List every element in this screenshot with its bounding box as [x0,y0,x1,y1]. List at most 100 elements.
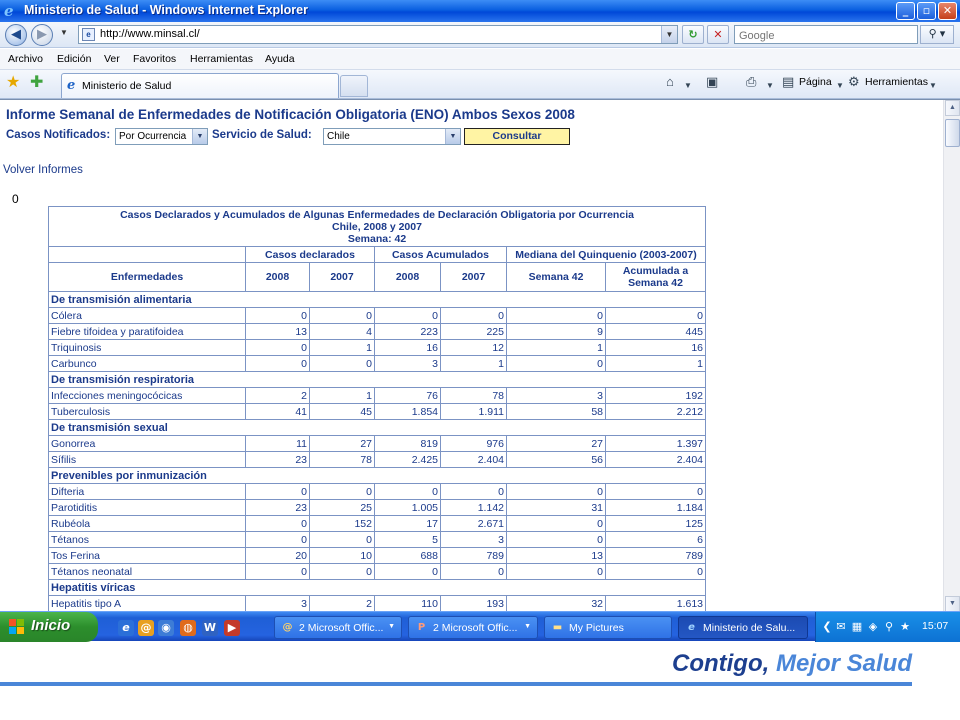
gear-icon[interactable]: ⚙ [848,74,860,90]
table-cell: 1 [440,355,507,372]
header-acumulada-line-2: Semana 42 [628,277,683,289]
tools-dropdown-icon[interactable]: ▼ [929,78,937,94]
section-row: Hepatitis víricas [47,579,707,596]
address-dropdown-icon[interactable]: ▼ [661,26,677,43]
favorites-star-icon[interactable]: ★ [6,74,20,92]
section-row: Prevenibles por inmunización [47,467,707,484]
search-input[interactable] [735,27,905,45]
network-icon[interactable]: ▦ [850,620,864,634]
word-icon[interactable]: W [202,620,218,636]
system-tray: ❮ ✉ ▦ ◈ ⚲ ★ 15:07 [815,612,960,642]
history-dropdown-icon[interactable]: ▼ [60,28,68,37]
security-icon[interactable]: ◈ [866,620,880,634]
disease-name: Sífilis [48,451,246,468]
menu-bar: Archivo Edición Ver Favoritos Herramient… [0,49,960,70]
table-cell: 78 [440,387,507,404]
task-internet-explorer[interactable]: e Ministerio de Salu... [678,616,808,639]
table-cell: 1.397 [604,435,707,452]
powerpoint-icon: P [417,622,426,633]
home-icon[interactable]: ⌂ [666,74,674,90]
section-title: De transmisión alimentaria [47,291,707,308]
menu-ver[interactable]: Ver [104,53,120,65]
table-cell: 27 [506,435,606,452]
scroll-thumb[interactable] [945,119,960,147]
table-cell: 789 [604,547,707,564]
task-powerpoint[interactable]: P 2 Microsoft Offic... ▼ [408,616,538,639]
table-cell: 1.613 [604,595,707,611]
add-favorites-icon[interactable]: ✚ [30,74,43,92]
scroll-up-icon[interactable]: ▲ [945,100,960,116]
table-cell: 20 [245,547,310,564]
page-menu-button[interactable]: Página [799,76,832,88]
close-button[interactable]: ✕ [938,2,957,20]
vertical-scrollbar[interactable]: ▲ ▼ [943,100,960,611]
internet-explorer-icon[interactable]: e [118,620,134,636]
print-dropdown-icon[interactable]: ▼ [766,78,774,94]
firefox-icon[interactable]: ◍ [180,620,196,636]
media-icon[interactable]: ◉ [158,620,174,636]
search-button[interactable]: ⚲ ▾ [920,25,954,44]
scroll-down-icon[interactable]: ▼ [945,596,960,611]
task-label: 2 Microsoft Offic... [299,622,384,634]
table-cell: 0 [374,307,441,324]
disease-name: Fiebre tifoidea y paratifoidea [48,323,246,340]
home-dropdown-icon[interactable]: ▼ [684,78,692,94]
task-outlook[interactable]: @ 2 Microsoft Offic... ▼ [274,616,402,639]
table-row: Tétanos 0 0 5 3 0 6 [48,531,707,548]
chevron-down-icon[interactable]: ▼ [192,129,207,144]
menu-edicion[interactable]: Edición [57,53,91,65]
tab-ministerio-de-salud[interactable]: e Ministerio de Salud [61,73,339,98]
print-icon[interactable]: ⎙ [746,74,756,90]
table-row: Rubéola 0 152 17 2.671 0 125 [48,515,707,532]
star-icon[interactable]: ★ [898,620,912,634]
feeds-icon[interactable]: ▣ [706,74,718,90]
volver-informes-link[interactable]: Volver Informes [3,164,83,176]
table-cell: 0 [309,307,375,324]
table-cell: 25 [309,499,375,516]
table-cell: 125 [604,515,707,532]
table-cell: 78 [309,451,375,468]
search-icon[interactable]: ⚲ [882,620,896,634]
table-cell: 31 [506,499,606,516]
tray-expand-icon[interactable]: ❮ [820,620,834,634]
table-cell: 13 [506,547,606,564]
maximize-button[interactable]: ▫ [917,2,936,20]
start-button[interactable]: Inicio [0,612,98,642]
chevron-down-icon[interactable]: ▼ [445,129,460,144]
casos-select[interactable]: Por Ocurrencia ▼ [115,128,208,145]
menu-ayuda[interactable]: Ayuda [265,53,295,65]
outlook-icon[interactable]: @ [138,620,154,636]
menu-favoritos[interactable]: Favoritos [133,53,176,65]
page-dropdown-icon[interactable]: ▼ [836,78,844,94]
table-cell: 2.212 [604,403,707,420]
media-player-icon[interactable]: ▶ [224,620,240,636]
table-cell: 688 [374,547,441,564]
page-menu-icon[interactable]: ▤ [782,74,794,90]
header-2008-declarados: 2008 [245,262,310,292]
table-cell: 192 [604,387,707,404]
stop-button[interactable]: ✕ [707,25,729,44]
header-mediana: Mediana del Quinquenio (2003-2007) [505,246,707,263]
menu-archivo[interactable]: Archivo [8,53,43,65]
address-url[interactable]: http://www.minsal.cl/ [100,28,200,40]
menu-herramientas[interactable]: Herramientas [190,53,253,65]
refresh-button[interactable]: ↻ [682,25,704,44]
new-tab-button[interactable] [340,75,368,97]
section-row: De transmisión sexual [47,419,707,436]
eno-table: Casos Declarados y Acumulados de Algunas… [47,206,707,611]
tools-menu-button[interactable]: Herramientas [865,76,928,88]
forward-button[interactable]: ▶ [31,24,53,46]
table-cell: 0 [506,483,606,500]
back-button[interactable]: ◀ [5,24,27,46]
address-field[interactable]: e http://www.minsal.cl/ ▼ [78,25,678,44]
search-field[interactable] [734,25,918,45]
mail-icon[interactable]: ✉ [834,620,848,634]
table-cell: 0 [245,339,310,356]
minimize-button[interactable]: _ [896,2,915,20]
consultar-button[interactable]: Consultar [464,128,570,145]
header-blank [48,246,246,263]
task-my-pictures[interactable]: ▬ My Pictures [544,616,672,639]
servicio-select[interactable]: Chile ▼ [323,128,461,145]
page-viewport: Informe Semanal de Enfermedades de Notif… [0,99,960,611]
table-row: Tos Ferina 20 10 688 789 13 789 [48,547,707,564]
